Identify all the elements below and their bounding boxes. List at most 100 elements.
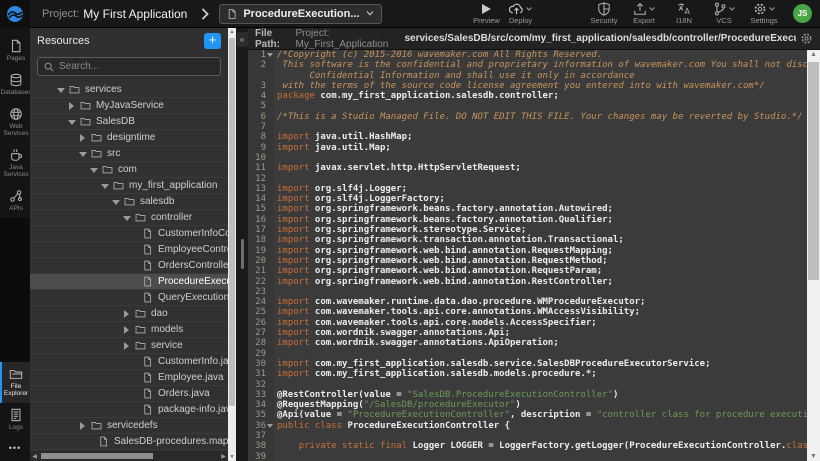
sidebar-item-apis[interactable]: APIs: [0, 184, 30, 218]
tree-file-package-info-java[interactable]: package-info.java: [30, 402, 228, 418]
file-selector-dropdown[interactable]: ProcedureExecution...: [219, 4, 381, 24]
tree-folder-dao[interactable]: dao: [30, 306, 228, 322]
tree-node-label: com: [118, 164, 137, 175]
tree-folder-models[interactable]: models: [30, 322, 228, 338]
code-line-20: 20import org.springframework.web.bind.an…: [248, 256, 807, 266]
tree-node-label: services: [85, 84, 122, 95]
tree-folder-controller[interactable]: controller: [30, 210, 228, 226]
sidebar-item-file-explorer[interactable]: FileExplorer: [0, 362, 30, 403]
tree-folder-servicedefs[interactable]: servicedefs: [30, 418, 228, 434]
preview-button[interactable]: Preview: [470, 2, 504, 25]
chevron-down-icon[interactable]: [57, 86, 65, 94]
chevron-right-icon[interactable]: [68, 102, 76, 110]
file-selector-value: ProcedureExecution...: [243, 8, 359, 20]
tree-file-orders-java[interactable]: Orders.java: [30, 386, 228, 402]
security-button[interactable]: Security: [587, 2, 621, 25]
code-line-13: 13import org.slf4j.Logger;: [248, 184, 807, 194]
fold-gutter: [266, 441, 274, 451]
fold-gutter: [266, 287, 274, 297]
sidebar-item-pages[interactable]: Pages: [0, 34, 30, 68]
tree-file-employee-java[interactable]: Employee.java: [30, 370, 228, 386]
tree-file-employeecontroller-java[interactable]: EmployeeController.java: [30, 242, 228, 258]
editor-settings-gear-icon[interactable]: [800, 32, 813, 45]
chevron-down-icon[interactable]: [90, 166, 98, 174]
tree-vertical-scrollbar[interactable]: ▲ ▼: [228, 28, 236, 461]
code-line-3: 3 with the terms of the source code lice…: [248, 81, 807, 91]
scroll-right-icon[interactable]: ▶: [219, 453, 228, 460]
tree-file-customerinfocontroller-java[interactable]: CustomerInfoController.java: [30, 226, 228, 242]
tree-folder-myjavaservice[interactable]: MyJavaService: [30, 98, 228, 114]
chevron-down-icon[interactable]: [101, 182, 109, 190]
tree-horizontal-scrollbar[interactable]: ◀ ▶: [30, 451, 228, 461]
scroll-left-icon[interactable]: ◀: [30, 453, 39, 460]
tree-folder-services[interactable]: services: [30, 82, 228, 98]
folder-icon: [80, 116, 91, 127]
sidebar-item-java-services[interactable]: JavaServices: [0, 143, 30, 184]
fold-marker-icon[interactable]: [266, 421, 274, 431]
tree-folder-com[interactable]: com: [30, 162, 228, 178]
scroll-up-icon[interactable]: ▲: [807, 51, 820, 58]
collapse-panel-button[interactable]: «: [237, 32, 248, 47]
tree-file-procedureexecutioncontroller-java[interactable]: ProcedureExecutionController.java: [30, 274, 228, 290]
tree-file-queryexecutioncontroller-java[interactable]: QueryExecutionController.java: [30, 290, 228, 306]
i18n-button[interactable]: AI18N: [667, 2, 701, 25]
fold-gutter: [266, 338, 274, 348]
folder-icon: [135, 324, 146, 335]
tree-folder-salesdb[interactable]: salesdb: [30, 194, 228, 210]
avatar[interactable]: JS: [793, 4, 812, 23]
code-line-8: 8import java.util.HashMap;: [248, 132, 807, 142]
tree-folder-service[interactable]: service: [30, 338, 228, 354]
resize-grip[interactable]: [241, 239, 244, 269]
chevron-right-icon[interactable]: [123, 342, 131, 350]
tree-file-orderscontroller-java[interactable]: OrdersController.java: [30, 258, 228, 274]
tree-node-label: OrdersController.java: [158, 260, 228, 271]
sidebar-item-label: Pages: [7, 55, 25, 62]
resources-panel: Resources + servicesMyJavaServiceSalesDB…: [30, 28, 228, 461]
chevron-right-icon[interactable]: [79, 422, 87, 430]
chevron-right-icon[interactable]: [123, 310, 131, 318]
tree-node-label: controller: [151, 212, 192, 223]
vcs-button[interactable]: VCS: [707, 2, 741, 25]
chevron-right-icon[interactable]: [123, 326, 131, 334]
tree-file-salesdb-procedures-mappings-json[interactable]: SalesDB-procedures.mappings.json: [30, 434, 228, 450]
line-number: 20: [248, 256, 266, 266]
fold-marker-icon[interactable]: [266, 50, 274, 60]
line-number: 22: [248, 277, 266, 287]
editor-vertical-scrollbar[interactable]: ▲ ▼: [807, 50, 820, 461]
scroll-up-icon[interactable]: ▲: [228, 29, 236, 35]
line-number: 6: [248, 112, 266, 122]
wavemaker-logo[interactable]: [0, 0, 30, 28]
folder-icon: [135, 340, 146, 351]
chevron-down-icon[interactable]: [112, 198, 120, 206]
sidebar-item-logs[interactable]: Logs: [0, 403, 30, 437]
tree-folder-src[interactable]: src: [30, 146, 228, 162]
settings-button[interactable]: Settings: [747, 2, 781, 25]
folder-icon: [102, 164, 113, 175]
scroll-down-icon[interactable]: ▼: [228, 454, 236, 460]
sidebar-item-databases[interactable]: Databases: [0, 68, 30, 102]
code-editor[interactable]: 1/*Copyright (c) 2015-2016 wavemaker.com…: [248, 50, 807, 461]
rail-overflow-button[interactable]: •••: [0, 437, 30, 461]
file-path-value: services/SalesDB/src/com/my_first_applic…: [404, 33, 796, 44]
tree-file-customerinfo-java[interactable]: CustomerInfo.java: [30, 354, 228, 370]
export-button[interactable]: Export: [627, 2, 661, 25]
tree-folder-designtime[interactable]: designtime: [30, 130, 228, 146]
chevron-down-icon[interactable]: [123, 214, 131, 222]
chevron-down-icon[interactable]: [68, 118, 76, 126]
code-line-38: 38 private static final Logger LOGGER = …: [248, 441, 807, 451]
scroll-down-icon[interactable]: ▼: [807, 453, 820, 460]
chevron-right-icon[interactable]: [79, 134, 87, 142]
search-input[interactable]: [59, 61, 214, 72]
tree-node-label: package-info.java: [158, 404, 228, 415]
sidebar-item-web-services[interactable]: WebServices: [0, 102, 30, 143]
deploy-button[interactable]: Deploy: [504, 2, 538, 25]
tree-folder-my-first-application[interactable]: my_first_application: [30, 178, 228, 194]
project-name[interactable]: My First Application: [83, 7, 187, 21]
line-number: 24: [248, 297, 266, 307]
tree-node-label: SalesDB: [96, 116, 135, 127]
add-resource-button[interactable]: +: [204, 33, 221, 49]
chevron-down-icon[interactable]: [79, 150, 87, 158]
search-box[interactable]: [37, 57, 221, 76]
export-icon: [633, 2, 647, 16]
tree-folder-salesdb[interactable]: SalesDB: [30, 114, 228, 130]
